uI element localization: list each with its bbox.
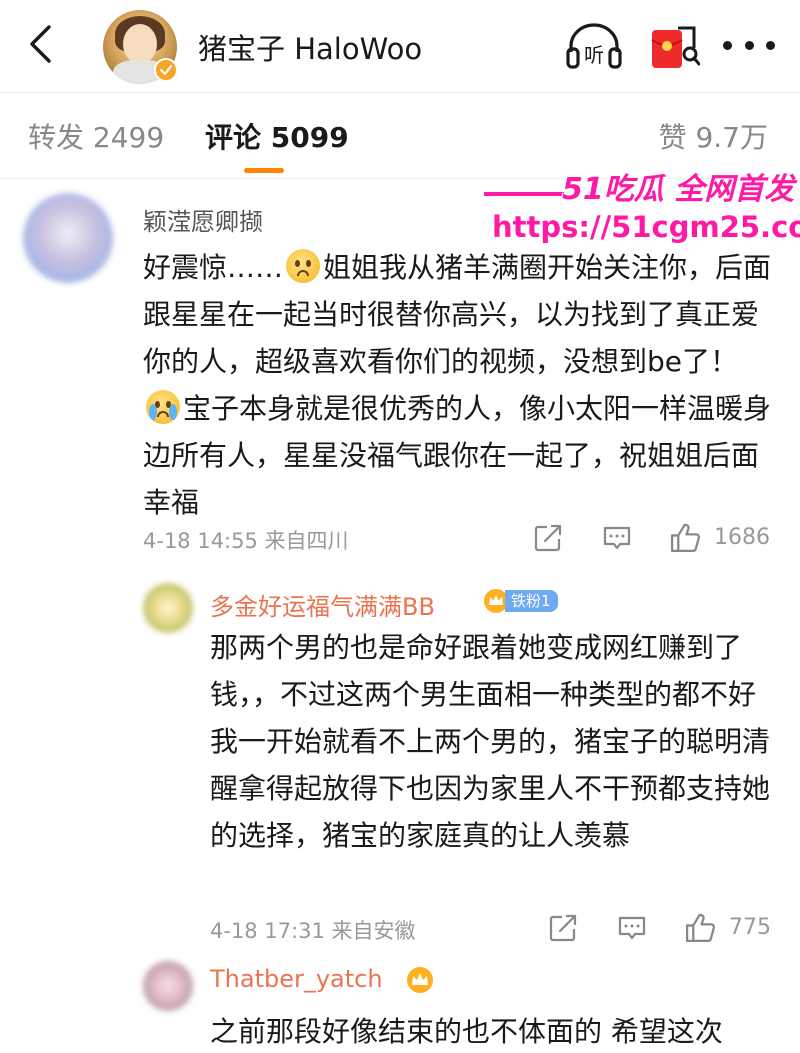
share-icon [534,524,562,552]
like-count: 775 [729,915,771,940]
watermark: 51吃瓜 全网首发 https://51cgm25.com [470,158,800,254]
comment-icon [618,916,646,940]
comment-icon [603,526,631,550]
back-arrow-icon [30,25,51,63]
like-count: 1686 [714,525,770,550]
avatar[interactable] [23,193,113,283]
reply-button[interactable] [602,523,632,557]
comment-username[interactable]: 多金好运福气满满BB [210,587,435,622]
like-button[interactable] [669,521,702,558]
share-icon [549,914,577,942]
share-button[interactable] [533,523,563,557]
crying-emoji-icon [146,390,180,424]
active-tab-indicator [244,168,284,173]
tab-comment[interactable]: 评论 5099 [205,116,349,156]
tab-repost[interactable]: 转发 2499 [28,116,164,156]
fan-badge-label: 铁粉1 [505,590,558,612]
comment-meta: 4-18 14:55 来自四川 [143,529,349,553]
dot-icon [723,40,732,50]
red-packet-button[interactable] [644,18,701,74]
dot-icon [744,40,754,50]
comment-text: 好震惊…… 姐姐我从猪羊满圈开始关注你，后面跟星星在一起当时很替你高兴，以为找到了… [143,244,773,526]
top-bar: 猪宝子 HaloWoo 听 [0,0,800,92]
watermark-brand: 51吃瓜 全网首发 [562,172,795,207]
comment-username[interactable]: Thatber_yatch [210,965,383,993]
worried-emoji-icon [286,249,321,283]
back-button[interactable] [20,22,60,66]
tab-like[interactable]: 赞 9.7万 [659,116,768,156]
comment-meta: 4-18 17:31 来自安徽 [210,919,416,943]
listen-label: 听 [584,43,604,67]
watermark-speed-line [484,192,564,196]
divider [0,92,800,93]
verified-icon [154,58,178,82]
comment-text-segment: 宝子本身就是很优秀的人，像小太阳一样温暖身边所有人，星星没福气跟你在一起了，祝姐… [143,392,772,519]
red-packet-icon [651,26,701,68]
comment-text: 那两个男的也是命好跟着她变成网红赚到了钱，，不过这两个男生面相一种类型的都不好我… [210,631,771,852]
thumbs-up-icon [685,913,716,943]
like-button[interactable] [684,911,717,948]
listen-button[interactable]: 听 [565,20,623,72]
headphones-icon: 听 [566,23,622,69]
page-title[interactable]: 猪宝子 HaloWoo [198,26,422,68]
thumbs-up-icon [670,523,701,553]
dot-icon [766,40,775,50]
watermark-url: https://51cgm25.com [492,210,800,244]
comment-username[interactable]: 颖滢愿卿撷 [143,202,263,237]
reply-button[interactable] [617,913,647,947]
fan-badge[interactable]: 铁粉1 [483,587,558,615]
avatar[interactable] [143,583,193,633]
comment-text: 之前那段好像结束的也不体面的 希望这次 [210,1015,723,1048]
share-button[interactable] [548,913,578,947]
crown-icon [407,967,433,993]
comment-text-segment: 好震惊…… [143,251,284,284]
more-options-button[interactable] [723,30,775,60]
avatar[interactable] [143,961,193,1011]
